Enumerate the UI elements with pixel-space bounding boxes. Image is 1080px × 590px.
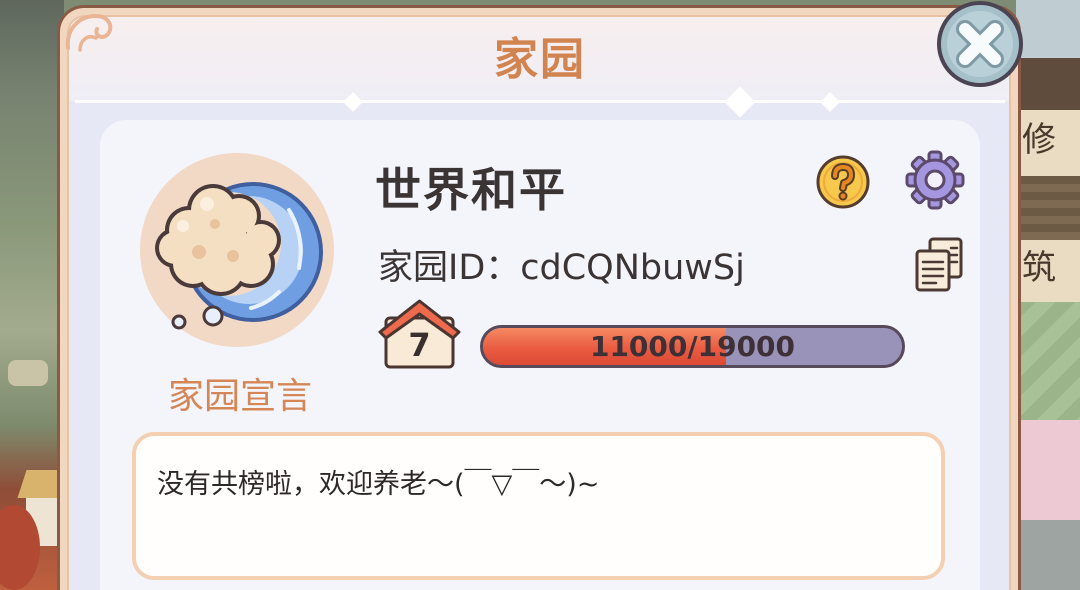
scenery-stones (1016, 520, 1080, 590)
declaration-text: 没有共榜啦，欢迎养老～(￣▽￣～)~ (157, 469, 600, 500)
homestead-id-value: cdCQNbuwSj (520, 248, 745, 288)
scenery-blossoms (1016, 420, 1080, 520)
progress-text: 11000/19000 (589, 330, 796, 363)
header-divider (75, 85, 1005, 118)
background-scene-right: 修 筑 (1016, 0, 1080, 590)
level-value: 7 (408, 326, 431, 364)
close-icon (937, 1, 1023, 87)
settings-button[interactable] (905, 150, 965, 210)
homestead-panel: 家园 家园宣言 世界和平 家园ID：cdCQNbuwSj 7 11000/190… (60, 8, 1018, 590)
exp-progress-bar: 11000/19000 (480, 325, 905, 368)
level-badge: 7 (377, 298, 462, 370)
scenery-tiles (1016, 302, 1080, 420)
background-scene-left (0, 0, 69, 590)
gear-icon (905, 150, 965, 210)
help-button[interactable] (815, 154, 871, 210)
side-menu-label-decorate: 修 (1022, 120, 1056, 160)
declaration-textbox[interactable]: 没有共榜啦，欢迎养老～(￣▽￣～)~ (132, 432, 945, 580)
copy-id-button[interactable] (913, 236, 965, 293)
game-screen: 修 筑 家园 家园宣言 世界和平 家园ID：cdCQNbuwSj 7 11000… (0, 0, 1080, 590)
scenery-stone (8, 360, 48, 386)
scenery-roof (1016, 176, 1080, 240)
scenery-roof (1016, 58, 1080, 110)
homestead-id-label: 家园ID： (378, 248, 521, 288)
declaration-label: 家园宣言 (167, 376, 312, 417)
close-button[interactable] (936, 0, 1024, 88)
panel-title: 家园 (494, 34, 586, 85)
profile-card: 家园宣言 世界和平 家园ID：cdCQNbuwSj 7 11000/19000 … (100, 120, 980, 590)
scenery-tower (1016, 0, 1080, 58)
question-mark-icon (816, 155, 870, 209)
homestead-id: 家园ID：cdCQNbuwSj (378, 246, 745, 290)
homestead-name: 世界和平 (375, 163, 567, 217)
side-menu-label-build: 筑 (1022, 248, 1056, 288)
cloud-wave-icon (140, 153, 334, 347)
corner-ornament-icon (65, 13, 113, 52)
copy-icon (915, 237, 963, 292)
homestead-avatar[interactable] (139, 152, 335, 348)
